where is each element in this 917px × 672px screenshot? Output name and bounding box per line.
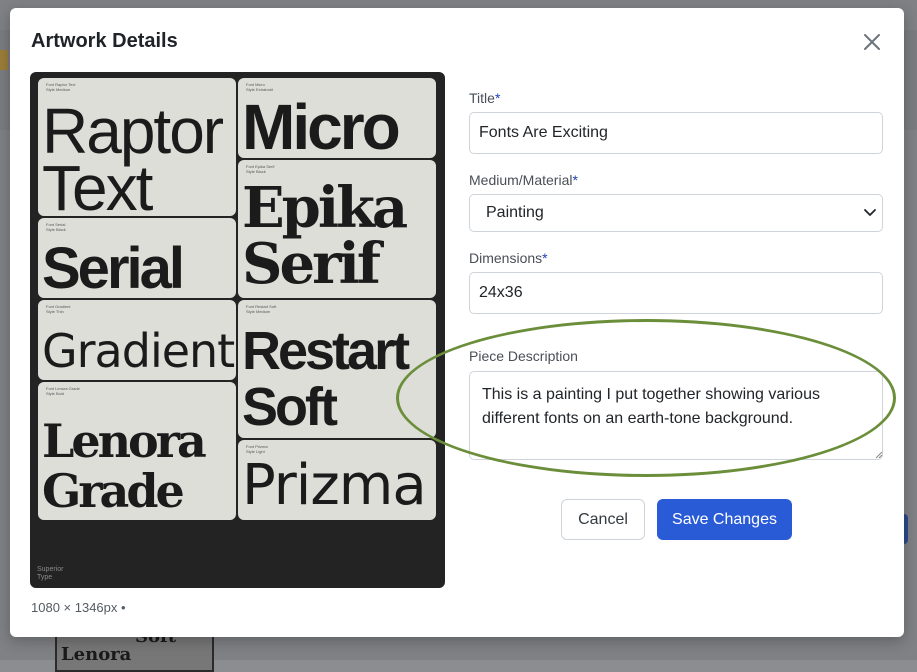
font-card-meta: Font Gradient Style Thin bbox=[46, 304, 71, 314]
font-card-word: Soft bbox=[242, 377, 338, 437]
artwork-footer: Superior Type bbox=[37, 566, 63, 582]
resize-grip-icon[interactable] bbox=[874, 450, 883, 459]
modal-title: Artwork Details bbox=[31, 30, 178, 52]
font-card-epika-serif: Font Epika Serif Style Black Epika Serif bbox=[238, 160, 436, 298]
font-card-word: Grade bbox=[42, 464, 185, 518]
font-card-serial: Font Serial Style Black Serial bbox=[38, 218, 236, 298]
medium-select-value: Painting bbox=[486, 204, 544, 221]
description-label: Piece Description bbox=[469, 348, 578, 364]
font-card-raptor-text: Font Raptor Text Style Medium Raptor Text bbox=[38, 78, 236, 216]
font-card-word: Gradient bbox=[42, 324, 235, 378]
font-card-word: Text bbox=[42, 152, 153, 216]
medium-label-text: Medium/Material bbox=[469, 172, 573, 188]
title-label-text: Title bbox=[469, 90, 495, 106]
title-input[interactable] bbox=[469, 112, 883, 154]
font-card-prizma: Font Prizma Style Light Prizma bbox=[238, 440, 436, 520]
background-warning-icon bbox=[0, 50, 8, 70]
font-card-word: Epika bbox=[242, 175, 408, 241]
description-textarea[interactable]: This is a painting I put together showin… bbox=[469, 371, 883, 460]
required-mark: * bbox=[572, 172, 578, 188]
medium-select[interactable]: Painting bbox=[469, 194, 883, 232]
font-card-gradient: Font Gradient Style Thin Gradient bbox=[38, 300, 236, 380]
font-card-word: Serial bbox=[42, 236, 185, 298]
font-card-micro: Font Micro Style Extrabold Micro bbox=[238, 78, 436, 158]
font-card-word: Raptor bbox=[42, 95, 224, 167]
chevron-down-icon bbox=[864, 209, 876, 216]
dimensions-label-text: Dimensions bbox=[469, 250, 543, 266]
image-dimensions-caption: 1080 × 1346px • bbox=[31, 600, 126, 615]
font-card-restart-soft: Font Restart Soft Style Medium Restart So… bbox=[238, 300, 436, 438]
font-card-word: Prizma bbox=[242, 453, 427, 518]
dimensions-label: Dimensions* bbox=[469, 250, 548, 266]
close-icon bbox=[864, 34, 880, 50]
font-card-word: Lenora bbox=[42, 414, 207, 468]
cancel-button[interactable]: Cancel bbox=[561, 499, 645, 540]
font-card-word: Serif bbox=[242, 231, 381, 297]
font-card-meta: Font Lenora Grade Style Bold bbox=[46, 386, 80, 396]
artwork-preview-image: Font Raptor Text Style Medium Raptor Text… bbox=[30, 72, 445, 588]
font-card-lenora-grade: Font Lenora Grade Style Bold Lenora Grade bbox=[38, 382, 236, 520]
title-label: Title* bbox=[469, 90, 500, 106]
required-mark: * bbox=[542, 250, 548, 266]
font-card-meta: Font Raptor Text Style Medium bbox=[46, 82, 76, 92]
artwork-footer-line: Superior bbox=[37, 566, 64, 573]
save-changes-button[interactable]: Save Changes bbox=[657, 499, 792, 540]
font-card-meta: Font Restart Soft Style Medium bbox=[246, 304, 277, 314]
dimensions-input[interactable] bbox=[469, 272, 883, 314]
artwork-footer-line: Type bbox=[37, 574, 53, 581]
close-button[interactable] bbox=[860, 30, 884, 54]
font-card-meta: Font Epika Serif Style Black bbox=[246, 164, 275, 174]
artwork-details-modal: Artwork Details Font Raptor Text Style Me… bbox=[10, 8, 904, 637]
required-mark: * bbox=[494, 90, 501, 106]
font-card-word: Micro bbox=[242, 91, 401, 158]
font-card-word: Restart bbox=[242, 321, 410, 381]
font-card-meta: Font Serial Style Black bbox=[46, 222, 66, 232]
medium-label: Medium/Material* bbox=[469, 172, 578, 188]
background-thumb-text: Lenora bbox=[61, 644, 132, 665]
